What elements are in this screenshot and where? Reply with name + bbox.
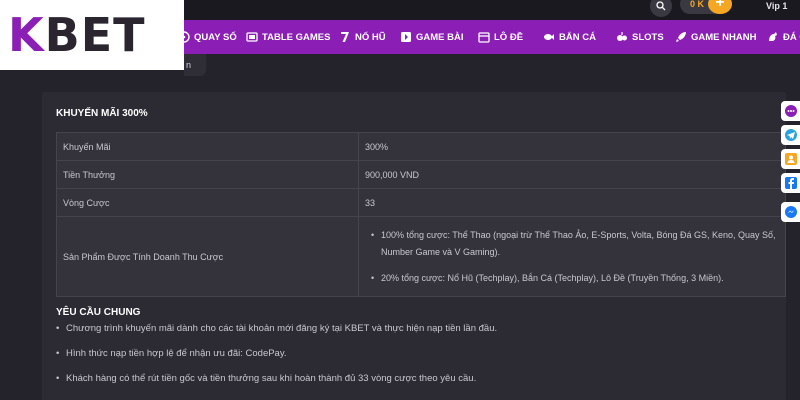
nav-item-ban-ca[interactable]: BẮN CÁ xyxy=(543,20,596,54)
nav-label: SLOTS xyxy=(632,31,664,43)
table-cell-label: Sản Phẩm Được Tính Doanh Thu Cược xyxy=(56,216,359,297)
nav-label: ĐÁ G xyxy=(783,31,800,43)
chat-icon xyxy=(784,105,797,117)
table-cell-value: 300% xyxy=(358,132,786,161)
seven-icon xyxy=(341,32,349,42)
table-row: Tiền Thưởng 900,000 VND xyxy=(56,160,786,189)
nav-item-table-games[interactable]: TABLE GAMES xyxy=(246,20,330,54)
card-game-icon xyxy=(401,32,411,42)
requirement-text: Khách hàng có thể rút tiền gốc và tiền t… xyxy=(66,373,477,384)
telegram-icon xyxy=(784,129,797,141)
nav-item-quay-so[interactable]: QUAY SỐ xyxy=(178,20,237,54)
table-cell-label: Tiền Thưởng xyxy=(56,160,359,189)
nav-item-game-bai[interactable]: GAME BÀI xyxy=(400,20,464,54)
bullet: • xyxy=(56,348,60,359)
table-row: Vòng Cược 33 xyxy=(56,188,786,217)
lottery-icon xyxy=(478,32,490,43)
sub-breadcrumb-tab[interactable]: n xyxy=(184,54,206,76)
nav-item-no-hu[interactable]: NỔ HŨ xyxy=(339,20,386,54)
kbet-logo[interactable]: KBET xyxy=(0,0,184,70)
table-cell-label: Vòng Cược xyxy=(56,188,359,217)
table-cell-value: 100% tổng cược: Thể Thao (ngoại trừ Thể … xyxy=(358,216,786,297)
rooster-icon xyxy=(769,32,777,41)
table-cell-value: 900,000 VND xyxy=(358,160,786,189)
promo-title: KHUYẾN MÃI 300% xyxy=(56,108,148,119)
chat-button[interactable] xyxy=(781,101,800,121)
nav-label: GAME NHANH xyxy=(691,31,757,43)
requirement-text: Chương trình khuyến mãi dành cho các tài… xyxy=(66,323,498,334)
balance-text: 0 K xyxy=(690,0,705,9)
bullet: • xyxy=(56,373,60,384)
table-cell-label: Khuyến Mãi xyxy=(56,132,359,161)
messenger-button[interactable] xyxy=(781,202,800,222)
slots-icon xyxy=(617,32,627,41)
bullet: • xyxy=(56,323,60,334)
table-row: Sản Phẩm Được Tính Doanh Thu Cược 100% t… xyxy=(56,216,786,297)
logo-letter-k: K xyxy=(8,8,45,62)
sub-strip-text: n xyxy=(186,60,192,70)
list-item: • Hình thức nạp tiền hợp lệ để nhận ưu đã… xyxy=(56,348,287,359)
logo-letters: BET xyxy=(44,8,146,62)
cards-icon xyxy=(246,32,258,42)
promo-table: Khuyến Mãi 300% Tiền Thưởng 900,000 VND … xyxy=(56,132,786,297)
nav-item-slots[interactable]: SLOTS xyxy=(616,20,664,54)
requirement-text: Hình thức nạp tiền hợp lệ để nhận ưu đãi… xyxy=(66,348,287,359)
rocket-icon xyxy=(676,32,686,42)
telegram-button[interactable] xyxy=(781,125,800,145)
search-icon xyxy=(656,1,666,11)
logo-text: KBET xyxy=(8,8,146,62)
nav-item-lo-de[interactable]: LÔ ĐỀ xyxy=(478,20,523,54)
contacts-button[interactable] xyxy=(781,149,800,169)
nav-item-da-ga[interactable]: ĐÁ G xyxy=(767,20,800,54)
list-item: • Khách hàng có thể rút tiền gốc và tiền … xyxy=(56,373,476,384)
list-item: 20% tổng cược: Nổ Hũ (Techplay), Bắn Cá … xyxy=(371,270,779,287)
table-cell-value: 33 xyxy=(358,188,786,217)
list-item: 100% tổng cược: Thể Thao (ngoại trừ Thể … xyxy=(371,227,779,261)
nav-label: TABLE GAMES xyxy=(262,31,331,43)
product-list: 100% tổng cược: Thể Thao (ngoại trừ Thể … xyxy=(365,227,779,287)
facebook-button[interactable] xyxy=(781,173,800,193)
vip-level[interactable]: Vip 1 xyxy=(766,1,787,11)
list-item: • Chương trình khuyến mãi dành cho các tà… xyxy=(56,323,497,334)
fish-icon xyxy=(544,34,554,40)
nav-label: QUAY SỐ xyxy=(194,31,237,43)
requirements-title: YÊU CẦU CHUNG xyxy=(56,307,141,318)
contacts-icon xyxy=(784,153,797,165)
nav-label: BẮN CÁ xyxy=(559,31,596,43)
nav-item-game-nhanh[interactable]: GAME NHANH xyxy=(675,20,756,54)
nav-label: LÔ ĐỀ xyxy=(494,31,524,43)
facebook-icon xyxy=(784,177,797,189)
table-row: Khuyến Mãi 300% xyxy=(56,132,786,161)
messenger-icon xyxy=(784,206,797,218)
nav-label: GAME BÀI xyxy=(416,31,464,43)
nav-label: NỔ HŨ xyxy=(355,31,386,43)
